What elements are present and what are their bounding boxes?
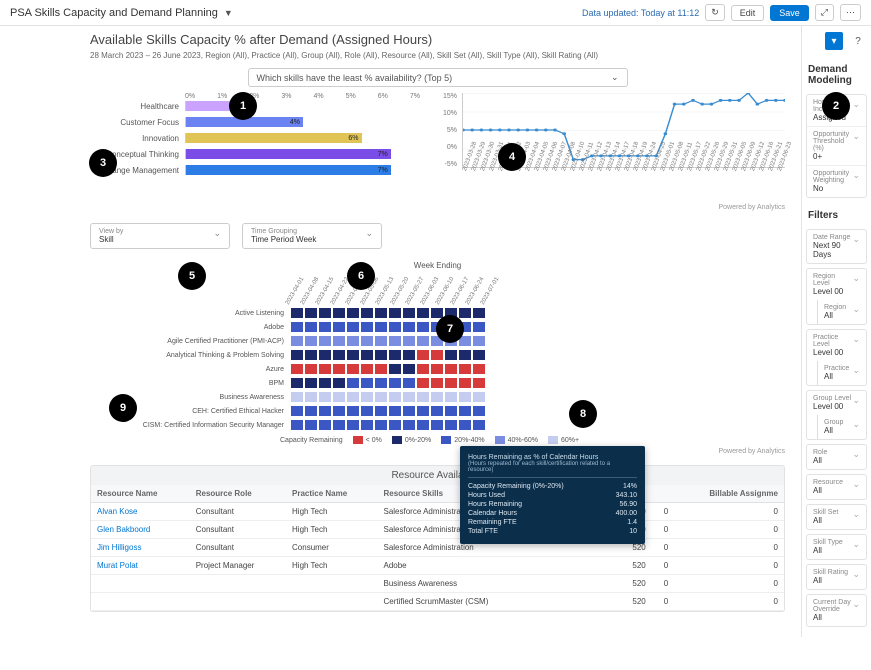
chevron-down-icon: ⌄ bbox=[852, 131, 860, 142]
time-grouping-dropdown[interactable]: Time GroupingTime Period Week ⌄ bbox=[242, 223, 382, 249]
bar-row: Change Management 7% bbox=[90, 164, 420, 176]
more-icon: ⋯ bbox=[846, 7, 855, 17]
filter-option[interactable]: Skill TypeAll ⌄ bbox=[807, 535, 866, 559]
chevron-down-icon: ⌄ bbox=[852, 304, 860, 315]
filter-option[interactable]: RoleAll ⌄ bbox=[807, 445, 866, 469]
callout-4: 4 bbox=[498, 143, 526, 171]
filter-option[interactable]: Skill SetAll ⌄ bbox=[807, 505, 866, 529]
chevron-down-icon: ⌄ bbox=[852, 99, 860, 110]
chevron-down-icon: ⌄ bbox=[852, 234, 860, 245]
app-header: PSA Skills Capacity and Demand Planning … bbox=[0, 0, 871, 26]
help-button[interactable]: ? bbox=[849, 32, 867, 50]
view-by-dropdown[interactable]: View bySkill ⌄ bbox=[90, 223, 230, 249]
chevron-down-icon: ⌄ bbox=[852, 170, 860, 181]
table-row[interactable]: Murat PolatProject ManagerHigh TechAdobe… bbox=[91, 557, 784, 575]
filter-option[interactable]: Skill RatingAll ⌄ bbox=[807, 565, 866, 589]
heatmap-row: BPM bbox=[90, 376, 785, 390]
chevron-down-icon: ⌄ bbox=[852, 334, 860, 345]
table-header[interactable]: Practice Name bbox=[286, 485, 377, 503]
data-updated-label: Data updated: Today at 11:12 bbox=[582, 8, 699, 18]
heatmap-row: Analytical Thinking & Problem Solving bbox=[90, 348, 785, 362]
demand-option[interactable]: Opportunity Threshold (%)0+ ⌄ bbox=[807, 126, 866, 165]
table-row[interactable]: Glen BakboordConsultantHigh TechSalesfor… bbox=[91, 521, 784, 539]
demand-option[interactable]: Opportunity WeightingNo ⌄ bbox=[807, 165, 866, 197]
chevron-down-icon: ⌄ bbox=[611, 72, 619, 83]
chevron-down-icon: ⌄ bbox=[852, 539, 860, 550]
filters-header: Filters bbox=[808, 210, 865, 221]
heatmap-row: Active Listening bbox=[90, 306, 785, 320]
filter-option[interactable]: Region LevelLevel 00 ⌄ bbox=[807, 269, 866, 300]
table-header[interactable]: Resource Role bbox=[190, 485, 286, 503]
help-icon: ? bbox=[855, 36, 861, 47]
heatmap-row: CEH: Certified Ethical Hacker bbox=[90, 404, 785, 418]
heatmap-row: Azure bbox=[90, 362, 785, 376]
chevron-down-icon: ⌄ bbox=[852, 273, 860, 284]
more-button[interactable]: ⋯ bbox=[840, 4, 861, 21]
question-label: Which skills have the least % availabili… bbox=[257, 73, 453, 83]
filter-option[interactable]: Current Day OverrideAll ⌄ bbox=[807, 595, 866, 626]
chevron-down-icon: ⌄ bbox=[852, 395, 860, 406]
filter-suboption[interactable]: RegionAll ⌄ bbox=[818, 300, 866, 324]
chevron-down-icon: ⌄ bbox=[852, 479, 860, 490]
filter-option[interactable]: Date RangeNext 90 Days ⌄ bbox=[807, 230, 866, 263]
chevron-down-icon: ⌄ bbox=[852, 419, 860, 430]
chevron-down-icon: ⌄ bbox=[852, 599, 860, 610]
callout-8: 8 bbox=[569, 400, 597, 428]
app-title: PSA Skills Capacity and Demand Planning bbox=[10, 7, 218, 19]
page-title: Available Skills Capacity % after Demand… bbox=[90, 32, 785, 47]
question-select[interactable]: Which skills have the least % availabili… bbox=[248, 68, 628, 87]
title-chevron-down-icon[interactable]: ▼ bbox=[224, 8, 233, 18]
refresh-icon: ↻ bbox=[711, 7, 719, 17]
heatmap: Week Ending 2023-04-012023-04-082023-04-… bbox=[90, 261, 785, 455]
page-subtitle: 28 March 2023 – 26 June 2023, Region (Al… bbox=[90, 51, 785, 60]
filter-icon: ▾ bbox=[831, 36, 836, 47]
chevron-down-icon: ⌄ bbox=[365, 228, 373, 239]
callout-3: 3 bbox=[89, 149, 117, 177]
expand-button[interactable]: ⤢ bbox=[815, 4, 834, 21]
filter-option[interactable]: ResourceAll ⌄ bbox=[807, 475, 866, 499]
chevron-down-icon: ⌄ bbox=[852, 569, 860, 580]
callout-6: 6 bbox=[347, 262, 375, 290]
bar-row: Customer Focus 4% bbox=[90, 116, 420, 128]
demand-modeling-header: Demand Modeling bbox=[808, 64, 865, 86]
callout-1: 1 bbox=[229, 92, 257, 120]
table-header[interactable]: Resource Name bbox=[91, 485, 190, 503]
table-row[interactable]: Business Awareness52000 bbox=[91, 575, 784, 593]
table-row[interactable]: Certified ScrumMaster (CSM)52000 bbox=[91, 593, 784, 611]
bar-row: Conceptual Thinking 7% bbox=[90, 148, 420, 160]
chevron-down-icon: ⌄ bbox=[852, 449, 860, 460]
heatmap-tooltip: Hours Remaining as % of Calendar Hours (… bbox=[460, 446, 645, 544]
callout-9: 9 bbox=[109, 394, 137, 422]
callout-7: 7 bbox=[436, 315, 464, 343]
filter-option[interactable]: Group LevelLevel 00 ⌄ bbox=[807, 391, 866, 415]
filter-button[interactable]: ▾ bbox=[825, 32, 843, 50]
content-area: Available Skills Capacity % after Demand… bbox=[0, 26, 801, 637]
powered-by: Powered by Analytics bbox=[90, 204, 785, 211]
bar-row: Innovation 6% bbox=[90, 132, 420, 144]
table-row[interactable]: Alvan KoseConsultantHigh TechSalesforce … bbox=[91, 503, 784, 521]
table-header[interactable]: Billable Assignme bbox=[674, 485, 784, 503]
resource-table: Resource Availability Resource NameResou… bbox=[90, 465, 785, 612]
heatmap-row: Business Awareness bbox=[90, 390, 785, 404]
chevron-down-icon: ⌄ bbox=[852, 365, 860, 376]
filter-suboption[interactable]: PracticeAll ⌄ bbox=[818, 361, 866, 385]
callout-2: 2 bbox=[822, 92, 850, 120]
chevron-down-icon: ⌄ bbox=[852, 509, 860, 520]
heatmap-row: CISM: Certified Information Security Man… bbox=[90, 418, 785, 432]
save-button[interactable]: Save bbox=[770, 5, 809, 21]
chevron-down-icon: ⌄ bbox=[213, 228, 221, 239]
table-header[interactable] bbox=[652, 485, 674, 503]
callout-5: 5 bbox=[178, 262, 206, 290]
filter-suboption[interactable]: GroupAll ⌄ bbox=[818, 415, 866, 439]
expand-icon: ⤢ bbox=[821, 7, 828, 17]
table-row[interactable]: Jim HilligossConsultantConsumerSalesforc… bbox=[91, 539, 784, 557]
powered-by: Powered by Analytics bbox=[90, 448, 785, 455]
edit-button[interactable]: Edit bbox=[731, 5, 765, 21]
filter-option[interactable]: Practice LevelLevel 00 ⌄ bbox=[807, 330, 866, 361]
line-chart: 15%10%5%0%-5% 2023-03-282023-03-292023-0… bbox=[436, 93, 785, 198]
refresh-button[interactable]: ↻ bbox=[705, 4, 725, 21]
